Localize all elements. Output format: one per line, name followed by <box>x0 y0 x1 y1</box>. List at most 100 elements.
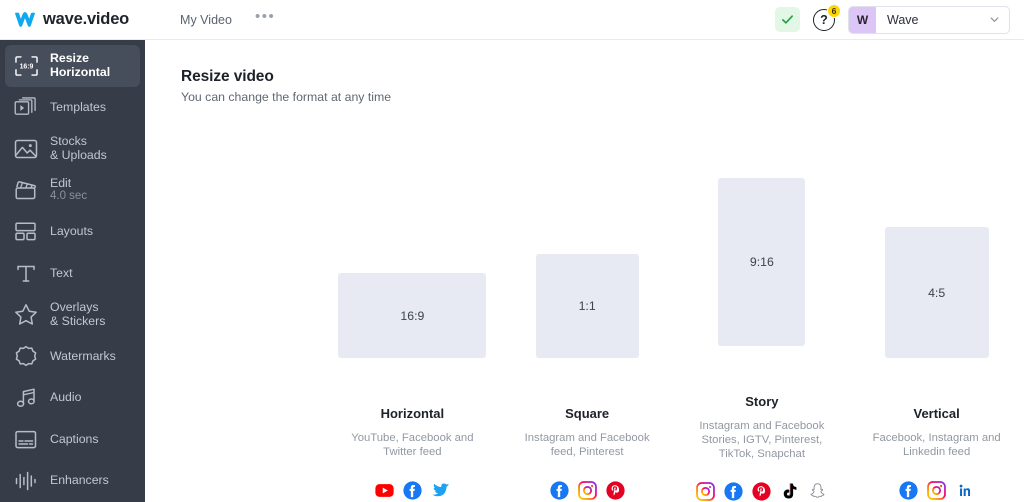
help-badge: 6 <box>827 3 841 18</box>
save-status-button[interactable] <box>775 7 800 32</box>
format-description: Instagram and Facebook feed, Pinterest <box>524 432 650 458</box>
sidebar-item-label: Text <box>50 265 73 280</box>
sidebar-item-templates[interactable]: Templates <box>5 87 140 129</box>
format-card-vertical[interactable]: 4:5 Vertical Facebook, Instagram and Lin… <box>849 158 1024 502</box>
youtube-icon <box>375 483 394 497</box>
snapchat-icon <box>811 483 825 498</box>
sidebar-item-enhancers-text: Enhancers <box>50 473 109 488</box>
nav-my-video[interactable]: My Video <box>171 8 241 32</box>
sidebar-item-label: Stocks <box>50 134 87 149</box>
chevron-down-icon <box>989 14 1000 25</box>
sidebar-item-resize-text: Resize Horizontal <box>50 52 110 79</box>
layouts-icon <box>13 220 39 244</box>
wave-video-editor: wave.video My Video ••• ? 6 W Wave 16:9 … <box>0 0 1024 502</box>
instagram-icon <box>577 480 597 500</box>
sidebar-item-label: Overlays <box>50 300 99 315</box>
instagram-icon <box>696 482 716 501</box>
text-t-icon <box>13 261 39 285</box>
format-title: Story <box>745 394 779 410</box>
preview-box-1-1[interactable]: 1:1 <box>535 254 639 358</box>
sidebar-item-label: Layouts <box>50 224 94 238</box>
music-note-icon <box>13 386 39 410</box>
sidebar-item-layouts[interactable]: Layouts <box>5 211 140 253</box>
sidebar-item-sublabel: & Uploads <box>50 147 107 162</box>
sidebar-item-resize[interactable]: 16:9 Resize Horizontal <box>5 45 140 87</box>
avatar: W <box>849 6 876 33</box>
page-subtitle: You can change the format at any time <box>181 90 392 104</box>
preview-zone-story: 9:16 <box>675 158 850 347</box>
tiktok-icon <box>783 483 797 499</box>
main-content: Resize video You can change the format a… <box>145 40 1024 502</box>
preview-box-16-9[interactable]: 16:9 <box>338 273 487 358</box>
preview-zone-vertical: 4:5 <box>849 158 1024 358</box>
svg-text:16:9: 16:9 <box>19 63 33 70</box>
format-title: Vertical <box>913 406 960 421</box>
sidebar-item-text-text: Text <box>50 265 73 281</box>
preview-box-4-5[interactable]: 4:5 <box>884 227 989 358</box>
sidebar-item-enhancers[interactable]: Enhancers <box>5 460 140 502</box>
sidebar-item-label: Watermarks <box>50 348 116 363</box>
templates-icon <box>13 95 39 119</box>
checkmark-icon <box>782 15 793 24</box>
sidebar-item-label: Resize <box>50 51 89 66</box>
watermark-badge-icon <box>13 344 39 368</box>
format-title: Square <box>565 406 610 421</box>
format-description: YouTube, Facebook and Twitter feed <box>351 432 474 458</box>
pinterest-icon <box>606 480 625 500</box>
facebook-icon <box>899 480 918 500</box>
sidebar-item-label: Edit <box>50 175 72 190</box>
image-icon <box>13 137 39 161</box>
sidebar-item-label: Enhancers <box>50 473 109 487</box>
format-card-horizontal[interactable]: 16:9 Horizontal YouTube, Facebook and Tw… <box>325 158 500 502</box>
format-description: Instagram and Facebook Stories, IGTV, Pi… <box>699 420 825 461</box>
sidebar-item-text[interactable]: Text <box>5 253 140 295</box>
sidebar-item-overlays-stickers[interactable]: Overlays & Stickers <box>5 294 140 336</box>
sidebar-item-label: Audio <box>50 390 82 404</box>
pinterest-icon <box>752 482 771 501</box>
sidebar-item-audio[interactable]: Audio <box>5 377 140 419</box>
facebook-icon <box>724 482 743 501</box>
sidebar-item-overlays-text: Overlays & Stickers <box>50 301 105 328</box>
nav-more-button[interactable]: ••• <box>245 9 285 29</box>
resize-frame-icon: 16:9 <box>13 54 39 78</box>
header-nav: My Video ••• <box>171 8 285 32</box>
linkedin-icon <box>956 481 974 499</box>
sidebar-item-templates-text: Templates <box>50 99 107 115</box>
sidebar: 16:9 Resize Horizontal Templates Stocks … <box>0 40 145 502</box>
format-card-story[interactable]: 9:16 Story Instagram and Facebook Storie… <box>675 158 850 502</box>
star-icon <box>13 303 39 327</box>
format-title: Horizontal <box>380 406 445 421</box>
sidebar-item-watermarks[interactable]: Watermarks <box>5 336 140 378</box>
workspace-name: Wave <box>887 12 919 27</box>
preview-zone-square: 1:1 <box>500 158 675 358</box>
brand[interactable]: wave.video <box>14 10 129 29</box>
sidebar-item-edit[interactable]: Edit 4.0 sec <box>5 170 140 212</box>
app-body: 16:9 Resize Horizontal Templates Stocks … <box>0 40 1024 502</box>
social-icons-vertical <box>899 479 974 501</box>
sidebar-item-stocks-uploads[interactable]: Stocks & Uploads <box>5 128 140 170</box>
format-description: Facebook, Instagram and Linkedin feed <box>872 432 1001 458</box>
header-actions: ? 6 W Wave <box>775 3 1010 34</box>
facebook-icon <box>550 480 569 500</box>
workspace-selector[interactable]: W Wave <box>848 5 1010 34</box>
page-title: Resize video <box>181 68 274 85</box>
sidebar-item-captions-text: Captions <box>50 431 99 447</box>
sidebar-item-edit-text: Edit 4.0 sec <box>50 175 87 204</box>
social-icons-story <box>696 481 827 502</box>
format-options: 16:9 Horizontal YouTube, Facebook and Tw… <box>325 158 1024 502</box>
instagram-icon <box>927 480 946 500</box>
sidebar-item-watermarks-text: Watermarks <box>50 348 116 364</box>
wave-logo-icon <box>14 12 36 27</box>
sidebar-item-captions[interactable]: Captions <box>5 419 140 461</box>
format-card-square[interactable]: 1:1 Square Instagram and Facebook feed, … <box>500 158 675 502</box>
social-icons-square <box>550 479 625 501</box>
sidebar-item-label: Captions <box>50 431 99 446</box>
help-button[interactable]: ? 6 <box>811 3 841 33</box>
sidebar-item-sublabel: Horizontal <box>50 64 111 79</box>
preview-zone-horizontal: 16:9 <box>325 158 500 358</box>
brand-name: wave.video <box>43 10 130 28</box>
app-header: wave.video My Video ••• ? 6 W Wave <box>0 0 1024 40</box>
sidebar-item-label: Templates <box>50 99 107 114</box>
preview-box-9-16[interactable]: 9:16 <box>718 178 806 347</box>
waveform-icon <box>13 469 39 493</box>
